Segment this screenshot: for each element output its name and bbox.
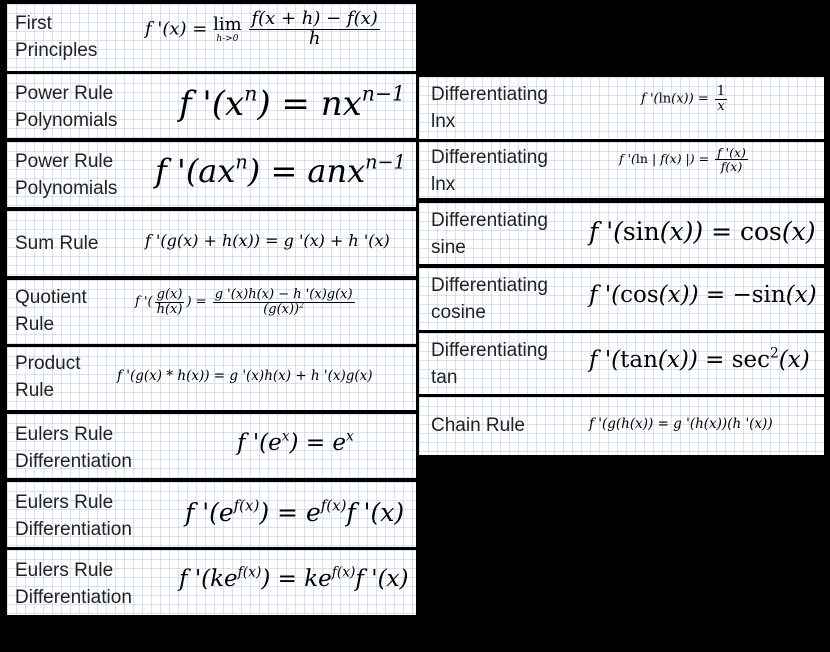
card-label: First Principles: [15, 13, 98, 61]
card-product-rule: Product Rule f '(g(x) * h(x)) = g '(x)h(…: [7, 347, 416, 410]
formula: f '(ef(x)) = ef(x)f '(x): [185, 496, 405, 527]
card-label: Chain Rule: [431, 415, 525, 436]
formula: f '(g(x) h(x)) = g '(x)h(x) − h '(x)g(x)(…: [135, 287, 355, 317]
card-chain-rule: Chain Rule f '(g(h(x)) = g '(h(x))(h '(x…: [419, 397, 824, 455]
formula: f '(axn) = anxn−1: [155, 150, 406, 190]
card-label: Eulers Rule Differentiation: [15, 492, 132, 540]
card-eulers-rule: Eulers Rule Differentiation f '(kef(x)) …: [7, 550, 416, 615]
formula: f '(sin(x)) = cos(x): [589, 217, 816, 246]
formula: f '(kef(x)) = kef(x)f '(x): [179, 564, 409, 592]
card-label: Differentiating sine: [431, 210, 548, 258]
card-power-rule: Power Rule Polynomials f '(axn) = anxn−1: [7, 142, 416, 207]
card-differentiating-sine: Differentiating sine f '(sin(x)) = cos(x…: [419, 203, 824, 264]
card-sum-rule: Sum Rule f '(g(x) + h(x)) = g '(x) + h '…: [7, 211, 416, 276]
formula: f '(ln(x)) = 1x: [641, 84, 728, 114]
card-label: Differentiating cosine: [431, 275, 548, 323]
card-differentiating-tan: Differentiating tan f '(tan(x)) = sec2(x…: [419, 333, 824, 394]
card-label: Eulers Rule Differentiation: [15, 560, 132, 608]
card-eulers-rule: Eulers Rule Differentiation f '(ex) = ex: [7, 414, 416, 478]
card-label: Eulers Rule Differentiation: [15, 424, 132, 472]
formula: f '(cos(x)) = −sin(x): [589, 282, 817, 308]
formula: f '(g(x) * h(x)) = g '(x)h(x) + h '(x)g(…: [117, 368, 373, 384]
card-label: Product Rule: [15, 353, 81, 401]
formula: f '(g(x) + h(x)) = g '(x) + h '(x): [145, 231, 390, 250]
formula: f '(x) = lim h->0 f(x + h) − f(x) h: [145, 8, 380, 49]
formula: f '(g(h(x)) = g '(h(x))(h '(x)): [589, 416, 773, 432]
formula: f '(ln | f(x) |) = f '(x) f(x): [619, 145, 748, 175]
card-differentiating-lnx: Differentiating lnx f '(ln | f(x) |) = f…: [419, 142, 824, 198]
card-label: Differentiating lnx: [431, 84, 548, 132]
formula: f '(tan(x)) = sec2(x): [589, 345, 810, 373]
formula: f '(ex) = ex: [237, 428, 354, 456]
card-label: Quotient Rule: [15, 287, 87, 335]
card-power-rule: Power Rule Polynomials f '(xn) = nxn−1: [7, 74, 416, 138]
card-label: Sum Rule: [15, 233, 99, 254]
card-label: Differentiating tan: [431, 340, 548, 388]
card-label: Differentiating lnx: [431, 147, 548, 195]
card-differentiating-cosine: Differentiating cosine f '(cos(x)) = −si…: [419, 268, 824, 330]
card-label: Power Rule Polynomials: [15, 83, 118, 131]
card-label: Power Rule Polynomials: [15, 151, 118, 199]
card-quotient-rule: Quotient Rule f '(g(x) h(x)) = g '(x)h(x)…: [7, 280, 416, 344]
formula: f '(xn) = nxn−1: [179, 81, 405, 124]
card-eulers-rule: Eulers Rule Differentiation f '(ef(x)) =…: [7, 482, 416, 547]
card-first-principles: First Principles f '(x) = lim h->0 f(x + …: [7, 4, 416, 71]
card-differentiating-lnx: Differentiating lnx f '(ln(x)) = 1x: [419, 77, 824, 139]
